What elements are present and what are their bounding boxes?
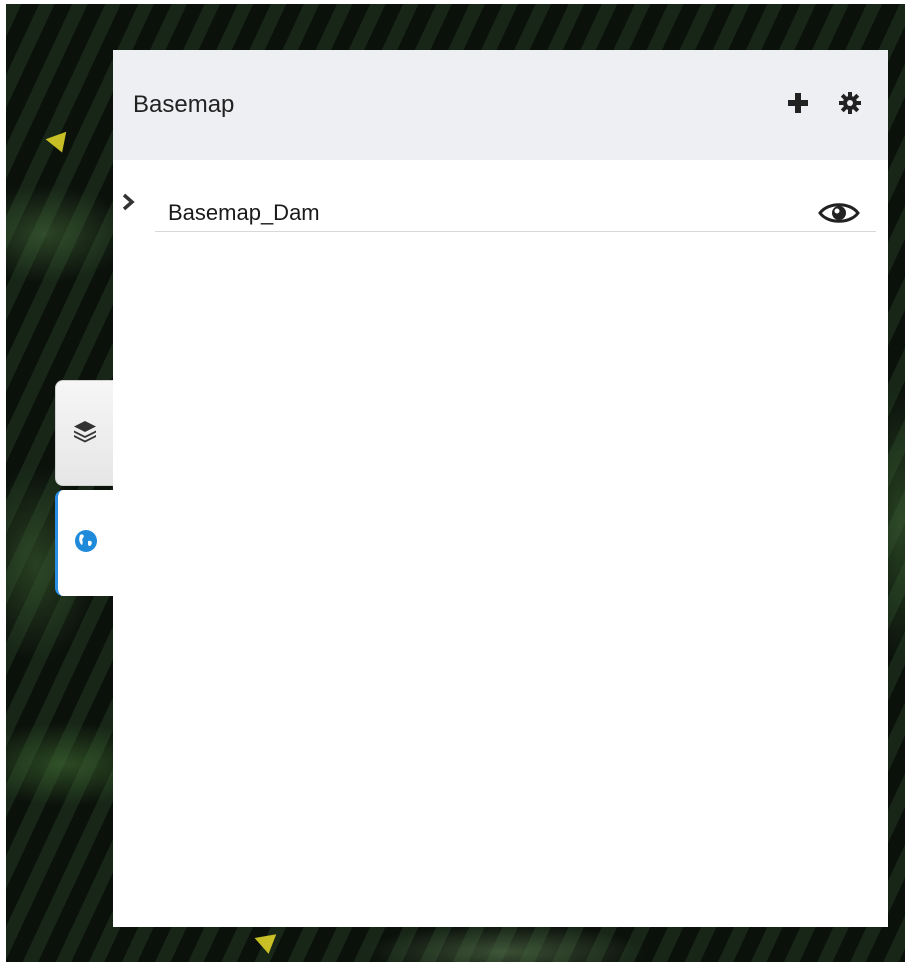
tab-layers[interactable] (55, 380, 113, 486)
tab-basemap[interactable] (55, 490, 113, 596)
layer-label: Basemap_Dam (168, 200, 320, 225)
panel-title: Basemap (133, 91, 235, 118)
globe-icon (73, 528, 99, 559)
basemap-panel: Basemap Basemap_Dam (113, 50, 888, 927)
list-item-basemap-dam[interactable]: Basemap_Dam (113, 160, 888, 232)
gear-icon (838, 91, 862, 120)
divider (155, 231, 876, 232)
add-basemap-button[interactable] (782, 89, 814, 121)
plus-icon (787, 92, 809, 119)
panel-header: Basemap (113, 50, 888, 160)
eye-icon[interactable] (818, 200, 860, 231)
chevron-right-icon[interactable] (121, 192, 137, 217)
camera-marker-icon[interactable] (254, 934, 280, 956)
layers-icon (72, 418, 98, 449)
header-actions (782, 89, 866, 121)
settings-button[interactable] (834, 89, 866, 121)
